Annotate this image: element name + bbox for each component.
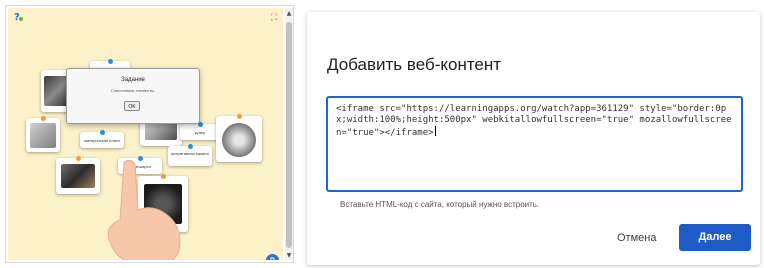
learningapps-preview: ? ⛶ материнская плата кулер оперативная …	[5, 5, 294, 263]
fullscreen-icon[interactable]: ⛶	[271, 13, 277, 23]
app-canvas[interactable]: ? ⛶ материнская плата кулер оперативная …	[8, 8, 283, 260]
next-button[interactable]: Далее	[679, 224, 751, 251]
embed-code-textarea[interactable]: <iframe src="https://learningapps.org/wa…	[326, 96, 743, 192]
scroll-up-icon[interactable]: ▲	[285, 10, 293, 18]
pin	[41, 116, 46, 121]
task-text: Сопоставьте элементы.	[110, 88, 156, 93]
text-caret	[434, 126, 436, 136]
scroll-thumb[interactable]	[286, 22, 292, 248]
pin	[100, 130, 105, 135]
image-card-cpu[interactable]	[26, 116, 60, 152]
pointing-hand-icon	[107, 159, 181, 260]
scroll-down-icon[interactable]: ▼	[285, 252, 293, 260]
scrollbar[interactable]: ▲ ▼	[285, 8, 293, 260]
task-title: Задание	[121, 77, 145, 83]
dialog-title: Добавить веб-контент	[327, 55, 502, 74]
card-label: оперативная память	[170, 151, 210, 156]
cancel-button[interactable]: Отмена	[617, 232, 656, 244]
card-label: материнская плата	[84, 138, 120, 143]
app-corner-icon[interactable]: ⧉	[266, 254, 279, 260]
pin	[76, 156, 81, 161]
helper-text: Вставьте HTML-код с сайта, который нужно…	[340, 200, 540, 209]
pin	[237, 114, 242, 119]
label-card-motherboard[interactable]: материнская плата	[80, 130, 124, 148]
image-card-motherboard[interactable]	[56, 156, 100, 194]
embed-dialog: Добавить веб-контент <iframe src="https:…	[307, 12, 760, 265]
ok-button[interactable]: OK	[124, 101, 140, 111]
task-dialog: Задание Сопоставьте элементы. OK	[66, 68, 200, 124]
pin	[188, 144, 193, 149]
label-card-cooler[interactable]: кулер	[180, 122, 220, 140]
card-label: кулер	[194, 130, 206, 135]
help-icon[interactable]: ?	[14, 12, 23, 23]
pin	[108, 59, 113, 64]
embed-code-text: <iframe src="https://learningapps.org/wa…	[336, 104, 732, 138]
image-card-hdd[interactable]	[216, 114, 262, 162]
